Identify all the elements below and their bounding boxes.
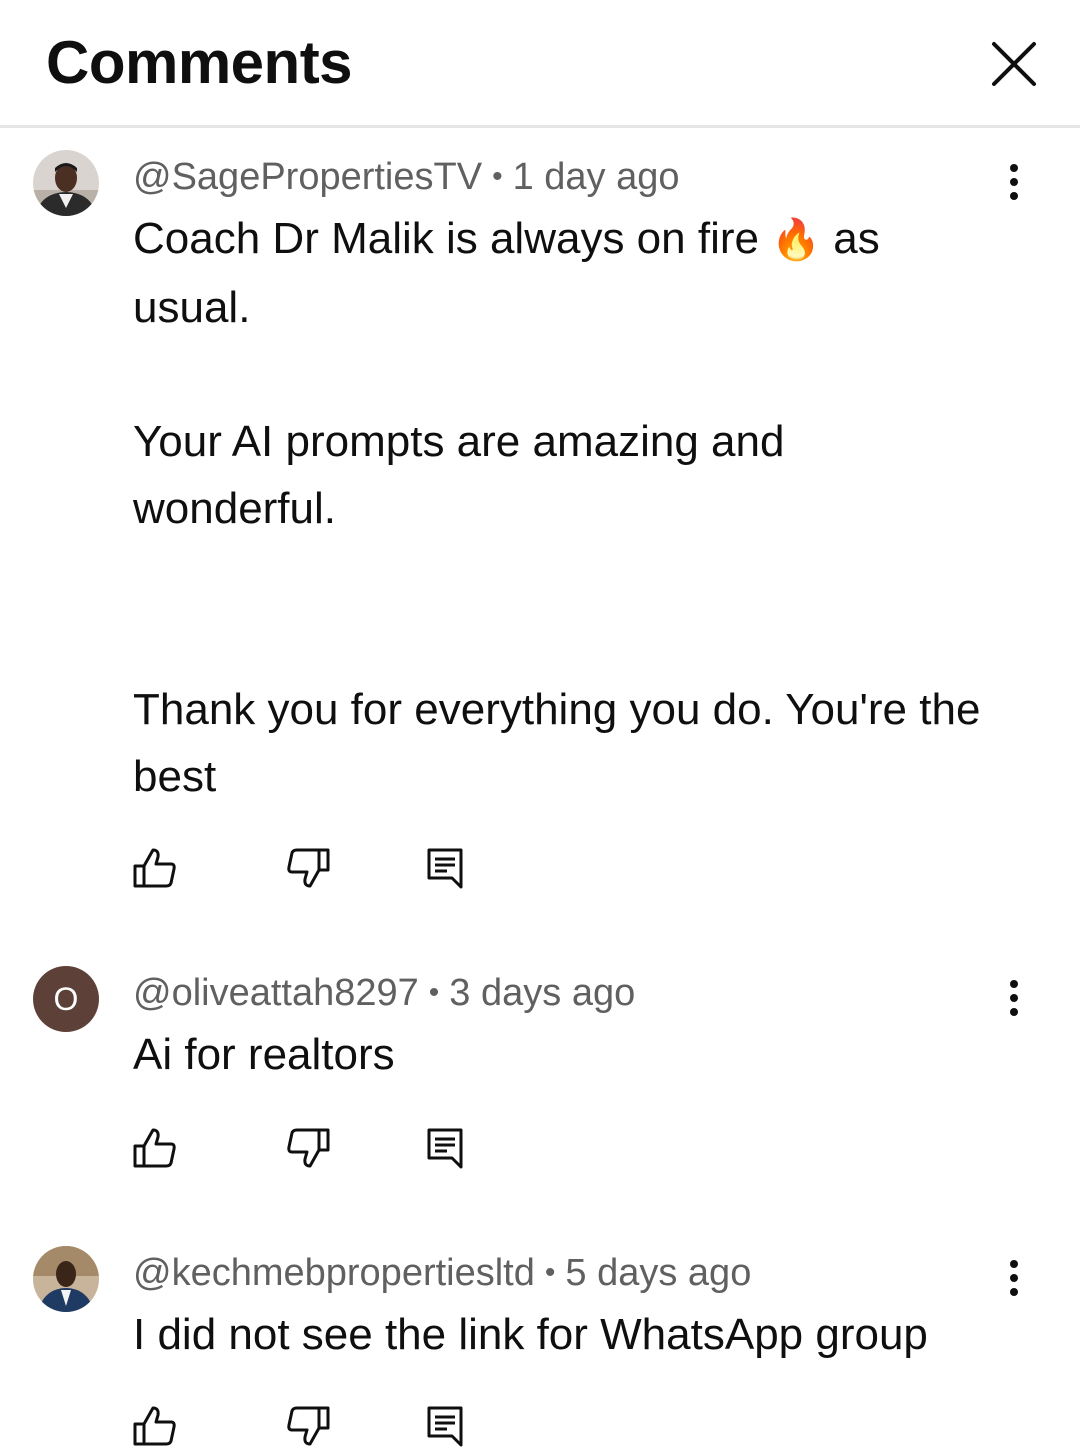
thumbs-down-icon: [287, 1128, 330, 1168]
reply-icon: [427, 848, 463, 889]
meta-separator: •: [492, 160, 503, 193]
more-button[interactable]: [996, 1258, 1032, 1302]
reply-icon: [427, 1128, 463, 1169]
thumbs-down-icon: [287, 848, 330, 888]
dislike-button[interactable]: [286, 1126, 330, 1170]
comment-meta: @oliveattah8297 • 3 days ago: [133, 970, 635, 1019]
close-button[interactable]: [986, 36, 1042, 92]
reply-button[interactable]: [423, 846, 467, 890]
comment-actions: [133, 1126, 493, 1170]
thumbs-down-icon: [287, 1406, 330, 1446]
page-title: Comments: [46, 29, 353, 96]
comment-text-part: Coach Dr Malik is always on fire: [133, 214, 772, 263]
meta-separator: •: [428, 976, 440, 1009]
meta-separator: •: [544, 1256, 556, 1289]
fire-emoji: 🔥: [771, 218, 822, 262]
comment-author[interactable]: @kechmebpropertiesltd: [133, 1252, 535, 1294]
thumbs-up-icon: [133, 848, 176, 888]
more-button[interactable]: [996, 978, 1032, 1022]
comment-text: Ai for realtors: [133, 1030, 395, 1079]
reply-button[interactable]: [423, 1126, 467, 1170]
like-button[interactable]: [133, 1126, 177, 1170]
comment-text: Coach Dr Malik is always on fire 🔥 as us…: [133, 205, 1033, 810]
comment-time: 3 days ago: [449, 972, 636, 1014]
close-icon: [992, 42, 1036, 86]
like-button[interactable]: [133, 1404, 177, 1448]
comment-meta: @kechmebpropertiesltd • 5 days ago: [133, 1250, 751, 1299]
more-vert-icon: [1010, 980, 1018, 1016]
reply-button[interactable]: [423, 1404, 467, 1448]
comment-text-part: as usual. Your AI prompts are amazing an…: [133, 214, 981, 801]
dislike-button[interactable]: [286, 846, 330, 890]
comment-author[interactable]: @SagePropertiesTV: [133, 156, 482, 198]
avatar[interactable]: [33, 1246, 99, 1312]
comment-time: 1 day ago: [512, 156, 680, 198]
comment-text: I did not see the link for WhatsApp grou…: [133, 1310, 928, 1359]
more-vert-icon: [1010, 164, 1018, 200]
more-button[interactable]: [996, 162, 1032, 206]
avatar[interactable]: O: [33, 966, 99, 1032]
like-button[interactable]: [133, 846, 177, 890]
comment-meta: @SagePropertiesTV • 1 day ago: [133, 154, 680, 203]
thumbs-up-icon: [133, 1406, 176, 1446]
reply-icon: [427, 1406, 463, 1447]
comment-actions: [133, 846, 493, 890]
dislike-button[interactable]: [286, 1404, 330, 1448]
comments-header: Comments: [0, 0, 1080, 128]
comment-author[interactable]: @oliveattah8297: [133, 972, 419, 1014]
thumbs-up-icon: [133, 1128, 176, 1168]
comment-actions: [133, 1404, 493, 1448]
comment-time: 5 days ago: [565, 1252, 752, 1294]
avatar[interactable]: [33, 150, 99, 216]
more-vert-icon: [1010, 1260, 1018, 1296]
